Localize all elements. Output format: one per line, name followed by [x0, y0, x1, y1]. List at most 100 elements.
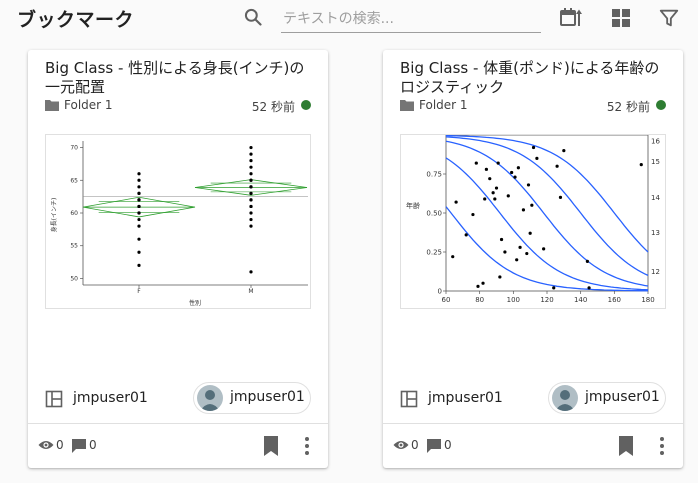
avatar [197, 385, 223, 411]
data-point [518, 245, 522, 249]
status-dot [301, 100, 311, 110]
user-chip-label: jmpuser01 [230, 389, 305, 405]
card-footer: 0 0 [393, 434, 675, 458]
data-point [249, 211, 253, 215]
x-tick-label: 180 [641, 296, 654, 304]
card-title[interactable]: Big Class - 性別による身長(インチ)の一元配置 [45, 59, 315, 97]
data-point [137, 263, 141, 267]
data-point [137, 185, 141, 189]
bookmark-icon[interactable] [615, 434, 637, 458]
data-point [137, 250, 141, 254]
data-point [464, 233, 468, 237]
x-tick-label: 80 [475, 296, 484, 304]
data-point [454, 200, 458, 204]
data-point [451, 255, 455, 259]
owner-name: jmpuser01 [428, 390, 503, 406]
card-title[interactable]: Big Class - 体重(ポンド)による年齢のロジスティック [400, 59, 670, 97]
owner-row: jmpuser01 jmpuser01 [45, 382, 311, 414]
more-vert-icon[interactable] [300, 434, 314, 458]
x-tick-label: M [248, 288, 253, 295]
logistic-curve [445, 135, 649, 253]
data-point [476, 284, 480, 288]
dashboard-layout-icon [400, 390, 418, 408]
bookmark-card[interactable]: Big Class - 体重(ポンド)による年齢のロジスティック Folder … [383, 50, 683, 468]
data-point [503, 250, 507, 254]
chart-thumbnail[interactable]: 身長(インチ) 性別 F M 70 65 60 55 50 [45, 134, 311, 309]
data-point [499, 237, 504, 242]
bookmark-icon[interactable] [260, 434, 282, 458]
data-point [137, 172, 141, 176]
logistic-curve [445, 157, 649, 291]
user-chip[interactable]: jmpuser01 [548, 382, 666, 414]
data-point [249, 152, 253, 156]
data-point [484, 167, 488, 171]
data-point [515, 258, 519, 262]
data-point [249, 191, 253, 195]
avatar [552, 385, 578, 411]
data-point [249, 159, 253, 163]
data-point [525, 251, 529, 256]
data-point [483, 197, 487, 201]
chart-ylabel: 身長(インチ) [50, 198, 58, 233]
x-tick-label: 140 [574, 296, 587, 304]
data-point [494, 186, 499, 190]
user-chip-label: jmpuser01 [585, 389, 660, 405]
data-point [137, 237, 141, 241]
logistic-curve [445, 136, 649, 276]
data-point [587, 286, 591, 290]
folder-name: Folder 1 [64, 98, 113, 112]
more-vert-icon[interactable] [655, 434, 669, 458]
y-tick-label: 65 [70, 177, 78, 184]
card-footer: 0 0 [38, 434, 320, 458]
oneway-chart: 身長(インチ) 性別 F M 70 65 60 55 50 [50, 141, 308, 307]
filter-button[interactable] [657, 6, 681, 30]
page-title: ブックマーク [17, 9, 135, 31]
chart-thumbnail[interactable]: 年齢 60 80 100 120 140 160 180 0 0.25 0.50 0.75 12 13 1… [400, 134, 666, 309]
sort-by-date-button[interactable] [559, 6, 583, 30]
data-point [639, 163, 643, 167]
folder-name: Folder 1 [419, 98, 468, 112]
chart-xlabel: 性別 [189, 299, 201, 307]
data-point [555, 164, 559, 168]
time-ago: 52 秒前 [606, 100, 650, 114]
data-point [516, 166, 520, 170]
bookmark-card[interactable]: Big Class - 性別による身長(インチ)の一元配置 Folder 1 5… [28, 50, 328, 468]
data-point [137, 191, 141, 195]
data-point [137, 198, 141, 202]
data-point [498, 275, 502, 279]
folder-row: Folder 1 52 秒前 [400, 98, 666, 114]
owner-row: jmpuser01 jmpuser01 [400, 382, 666, 414]
data-point [471, 212, 475, 217]
data-point [249, 172, 253, 176]
search-input[interactable] [281, 5, 541, 33]
data-point [474, 161, 478, 165]
comments-count: 0 [89, 438, 97, 452]
y-tick-label: 55 [70, 243, 78, 250]
data-point [137, 224, 141, 228]
data-point [510, 170, 514, 175]
data-point [530, 203, 534, 207]
search-icon[interactable] [243, 7, 263, 27]
top-bar: ブックマーク [0, 0, 698, 40]
card-divider [28, 423, 328, 424]
y-tick-label: 60 [70, 210, 78, 217]
data-point [137, 178, 141, 182]
user-chip[interactable]: jmpuser01 [193, 382, 311, 414]
grid-view-button[interactable] [609, 6, 633, 30]
comment-icon [72, 439, 86, 453]
grid-view-icon [612, 9, 630, 27]
data-point [481, 281, 485, 285]
y-tick-label: 70 [70, 145, 78, 152]
data-point [249, 145, 253, 150]
eye-icon [393, 441, 409, 449]
y-tick-label: 0.50 [426, 210, 442, 218]
plot-frame [445, 135, 649, 292]
data-point [249, 178, 253, 182]
filter-icon [659, 9, 679, 27]
y2-tick-label: 14 [651, 194, 660, 202]
comments-count: 0 [444, 438, 452, 452]
data-point [249, 224, 253, 228]
x-tick-label: F [137, 288, 141, 295]
data-point [562, 149, 566, 153]
data-point [488, 177, 492, 181]
